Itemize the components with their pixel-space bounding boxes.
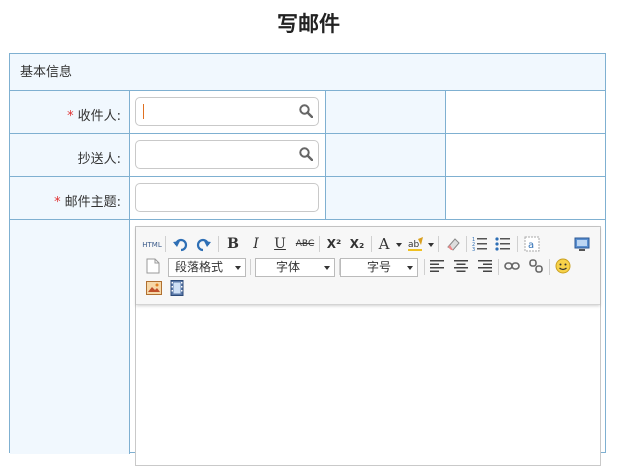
mail-form: 基本信息 * 收件人: 抄送人: * 邮件主题: HTML B I U ABC …: [9, 53, 606, 466]
cc-label-text: 抄送人:: [77, 152, 121, 167]
chevron-down-icon[interactable]: [428, 243, 434, 247]
column-divider: [129, 91, 130, 454]
link-icon[interactable]: [504, 260, 520, 272]
svg-text:3: 3: [472, 247, 475, 252]
paragraph-format-select[interactable]: 段落格式: [168, 258, 246, 277]
subject-label: * 邮件主题:: [10, 191, 121, 210]
html-source-button[interactable]: HTML: [142, 238, 161, 252]
cc-input[interactable]: [135, 140, 319, 169]
font-family-label: 字体: [276, 260, 301, 274]
ordered-list-icon[interactable]: 123: [472, 236, 488, 252]
emoticon-icon[interactable]: [555, 258, 571, 274]
superscript-button[interactable]: X²: [324, 236, 344, 252]
align-right-icon[interactable]: [478, 260, 492, 272]
redo-icon[interactable]: [196, 236, 212, 252]
editor-toolbar: HTML B I U ABC X² X₂ A ab 123 a 段落格式 字体 …: [136, 227, 600, 305]
font-size-label: 字号: [367, 260, 392, 274]
required-mark: *: [67, 109, 74, 124]
search-icon[interactable]: [299, 104, 313, 118]
chevron-down-icon: [324, 266, 330, 270]
rich-text-editor[interactable]: HTML B I U ABC X² X₂ A ab 123 a 段落格式 字体 …: [135, 226, 601, 466]
svg-text:a: a: [528, 240, 534, 251]
chevron-down-icon[interactable]: [396, 243, 402, 247]
page-title: 写邮件: [277, 12, 340, 36]
section-header: 基本信息: [10, 54, 605, 91]
cc-label: 抄送人:: [10, 148, 121, 167]
unordered-list-icon[interactable]: [495, 236, 511, 252]
paragraph-format-label: 段落格式: [175, 260, 224, 274]
video-icon[interactable]: [170, 280, 184, 296]
row-divider: [10, 219, 605, 220]
to-label: * 收件人:: [10, 105, 121, 124]
font-family-select[interactable]: 字体: [255, 258, 335, 277]
chevron-down-icon: [235, 266, 241, 270]
to-input[interactable]: [135, 97, 319, 126]
unlink-icon[interactable]: [528, 258, 544, 274]
column-divider: [445, 91, 446, 220]
eraser-icon[interactable]: [445, 236, 461, 252]
undo-icon[interactable]: [172, 236, 188, 252]
subject-label-text: 邮件主题:: [64, 195, 121, 210]
align-center-icon[interactable]: [454, 260, 468, 272]
label-column: [10, 91, 129, 454]
chevron-down-icon: [407, 266, 413, 270]
image-icon[interactable]: [146, 281, 162, 295]
subject-input[interactable]: [135, 183, 319, 212]
text-caret: [143, 104, 144, 119]
align-left-icon[interactable]: [430, 260, 444, 272]
row-divider: [10, 176, 605, 177]
required-mark: *: [54, 195, 61, 210]
italic-button[interactable]: I: [247, 236, 265, 252]
font-size-select[interactable]: 字号: [340, 258, 418, 277]
svg-text:ab: ab: [408, 240, 420, 250]
subscript-button[interactable]: X₂: [347, 236, 367, 252]
strikethrough-button[interactable]: ABC: [294, 236, 316, 252]
middle-column: [326, 91, 445, 220]
column-divider: [325, 91, 326, 220]
new-document-icon[interactable]: [146, 258, 160, 274]
bold-button[interactable]: B: [224, 236, 242, 252]
search-icon[interactable]: [299, 147, 313, 161]
font-color-button[interactable]: A: [376, 235, 392, 253]
to-label-text: 收件人:: [77, 109, 121, 124]
fullscreen-icon[interactable]: [574, 236, 590, 252]
row-divider: [10, 133, 605, 134]
anchor-icon[interactable]: a: [524, 236, 540, 252]
underline-button[interactable]: U: [271, 236, 289, 252]
highlight-color-icon[interactable]: ab: [407, 236, 425, 252]
